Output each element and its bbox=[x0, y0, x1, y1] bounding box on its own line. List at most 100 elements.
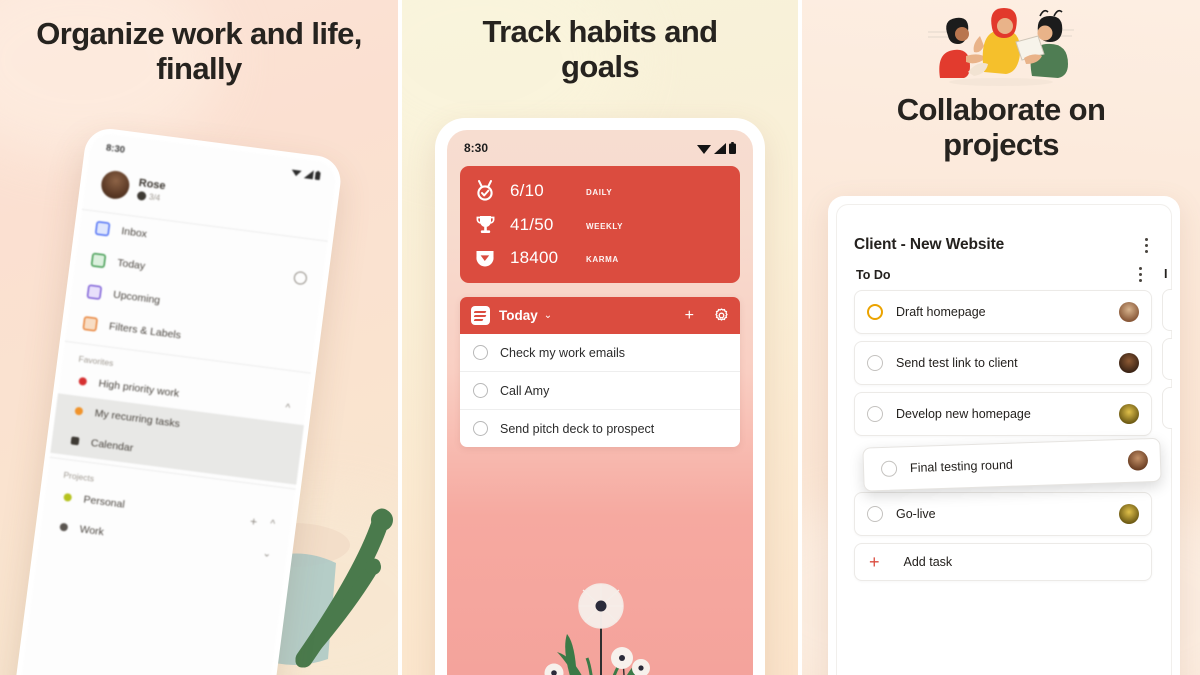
status-icons bbox=[697, 142, 736, 154]
panel-title-organize: Organize work and life, finally bbox=[36, 16, 362, 87]
task-text: Develop new homepage bbox=[896, 407, 1031, 421]
collaboration-illustration bbox=[928, 8, 1074, 86]
chevron-down-icon[interactable]: ⌄ bbox=[544, 310, 552, 321]
today-header: Today ⌄ + bbox=[460, 297, 740, 334]
task-checkbox[interactable] bbox=[473, 421, 488, 436]
project-header: Client - New Website bbox=[836, 204, 1172, 254]
add-task-icon[interactable]: + bbox=[685, 307, 694, 325]
task-text: Go-live bbox=[896, 507, 936, 521]
sidebar-item-label: Inbox bbox=[120, 225, 148, 241]
task-card[interactable]: Develop new homepage bbox=[854, 392, 1152, 436]
productivity-stats-card: 6/10 DAILY 41/50 WEEKLY 18400 KARMA bbox=[460, 166, 740, 283]
karma-badge-icon bbox=[136, 190, 147, 201]
sidebar-item-label: Personal bbox=[82, 493, 126, 511]
stat-label: KARMA bbox=[586, 255, 619, 264]
sidebar-item-label: Calendar bbox=[90, 436, 134, 455]
column-header: I bbox=[1162, 267, 1172, 289]
app-store-screenshot-strip: Organize work and life, finally 8:30 Ros… bbox=[0, 0, 1200, 675]
task-card[interactable] bbox=[1162, 289, 1172, 331]
user-subtitle: 3/4 bbox=[136, 190, 165, 202]
status-time: 8:30 bbox=[464, 141, 489, 155]
task-checkbox[interactable] bbox=[473, 383, 488, 398]
task-checkbox[interactable] bbox=[867, 506, 883, 522]
project-board-card: Client - New Website To Do Draft homepag… bbox=[828, 196, 1180, 675]
today-task-list: Check my work emails Call Amy Send pitch… bbox=[460, 334, 740, 447]
stat-value: 6/10 bbox=[510, 180, 544, 200]
task-card-dragging[interactable]: Final testing round bbox=[862, 437, 1162, 492]
panel-track-habits: Track habits and goals 8:30 6/10 DAILY 4… bbox=[402, 0, 798, 675]
calendar-icon bbox=[70, 436, 80, 446]
list-item[interactable]: Call Amy bbox=[460, 372, 740, 410]
assignee-avatar[interactable] bbox=[1119, 504, 1139, 524]
task-card[interactable]: Go-live bbox=[854, 492, 1152, 536]
task-checkbox[interactable] bbox=[867, 355, 883, 371]
column-header: To Do bbox=[854, 267, 1152, 290]
task-card[interactable] bbox=[1162, 338, 1172, 380]
stat-value: 41/50 bbox=[510, 214, 554, 234]
gear-icon[interactable] bbox=[714, 308, 729, 323]
stat-label: WEEKLY bbox=[586, 221, 624, 231]
task-checkbox[interactable] bbox=[880, 460, 898, 478]
dandelion-illustration bbox=[544, 583, 650, 675]
avatar bbox=[99, 169, 132, 201]
task-card[interactable]: Draft homepage bbox=[854, 290, 1152, 334]
task-checkbox[interactable] bbox=[473, 345, 488, 360]
assignee-avatar[interactable] bbox=[1127, 450, 1149, 471]
user-name: Rose bbox=[138, 176, 167, 192]
status-icons bbox=[291, 168, 321, 181]
stat-daily: 6/10 DAILY bbox=[474, 180, 726, 201]
sidebar-item-label: Work bbox=[78, 523, 105, 539]
chevron-down-icon[interactable]: ⌄ bbox=[262, 548, 272, 560]
status-bar: 8:30 bbox=[447, 130, 753, 164]
task-text: Send pitch deck to prospect bbox=[500, 421, 655, 436]
project-menu-icon[interactable] bbox=[1138, 237, 1154, 253]
task-text: Send test link to client bbox=[896, 356, 1018, 370]
signal-icon bbox=[714, 142, 726, 154]
task-text: Check my work emails bbox=[500, 345, 626, 360]
assignee-avatar[interactable] bbox=[1119, 353, 1139, 373]
add-task-button[interactable]: + Add task bbox=[854, 543, 1152, 581]
sidebar-item-label: Filters & Labels bbox=[108, 320, 182, 342]
panel-title-collaborate: Collaborate on projects bbox=[896, 92, 1106, 163]
add-project-icon[interactable]: + bbox=[249, 514, 258, 529]
chevron-up-icon[interactable]: ^ bbox=[285, 402, 291, 414]
column-title: To Do bbox=[856, 267, 891, 282]
panel-organize: Organize work and life, finally 8:30 Ros… bbox=[0, 0, 398, 675]
panel-collaborate: Collaborate on projects Client - New Web… bbox=[802, 0, 1200, 675]
assignee-avatar[interactable] bbox=[1119, 302, 1139, 322]
trophy-icon bbox=[474, 214, 496, 235]
upcoming-icon bbox=[86, 284, 103, 300]
board-columns: To Do Draft homepage Send test link to c… bbox=[836, 254, 1172, 588]
chevron-up-icon[interactable]: ^ bbox=[270, 518, 276, 530]
battery-icon bbox=[314, 170, 321, 181]
task-card[interactable] bbox=[1162, 387, 1172, 429]
task-card[interactable]: Send test link to client bbox=[854, 341, 1152, 385]
task-text: Final testing round bbox=[909, 457, 1014, 476]
column-title: I bbox=[1164, 267, 1168, 281]
assignee-avatar[interactable] bbox=[1119, 404, 1139, 424]
task-checkbox[interactable] bbox=[867, 304, 883, 320]
filters-labels-icon bbox=[82, 316, 99, 332]
todoist-logo-icon bbox=[471, 306, 490, 325]
project-color-dot bbox=[74, 406, 84, 416]
project-title: Client - New Website bbox=[854, 236, 1005, 253]
stat-value: 18400 bbox=[510, 248, 559, 267]
list-item[interactable]: Check my work emails bbox=[460, 334, 740, 372]
sidebar-item-label: Today bbox=[116, 256, 146, 273]
project-color-dot bbox=[63, 492, 73, 502]
sidebar-item-label: High priority work bbox=[97, 377, 180, 400]
project-color-dot bbox=[59, 522, 69, 532]
inbox-icon bbox=[94, 220, 111, 237]
board-column-todo: To Do Draft homepage Send test link to c… bbox=[854, 267, 1162, 588]
today-icon bbox=[90, 252, 107, 269]
column-menu-icon[interactable] bbox=[1132, 267, 1148, 282]
wifi-icon bbox=[291, 169, 302, 177]
list-item[interactable]: Send pitch deck to prospect bbox=[460, 410, 740, 447]
stat-karma: 18400 KARMA bbox=[474, 248, 726, 268]
board-column-next[interactable]: I bbox=[1162, 267, 1172, 588]
battery-icon bbox=[729, 142, 736, 154]
task-checkbox[interactable] bbox=[867, 406, 883, 422]
signal-icon bbox=[303, 170, 314, 180]
sidebar-item-label: Upcoming bbox=[112, 288, 161, 307]
karma-badge-icon bbox=[474, 248, 496, 268]
